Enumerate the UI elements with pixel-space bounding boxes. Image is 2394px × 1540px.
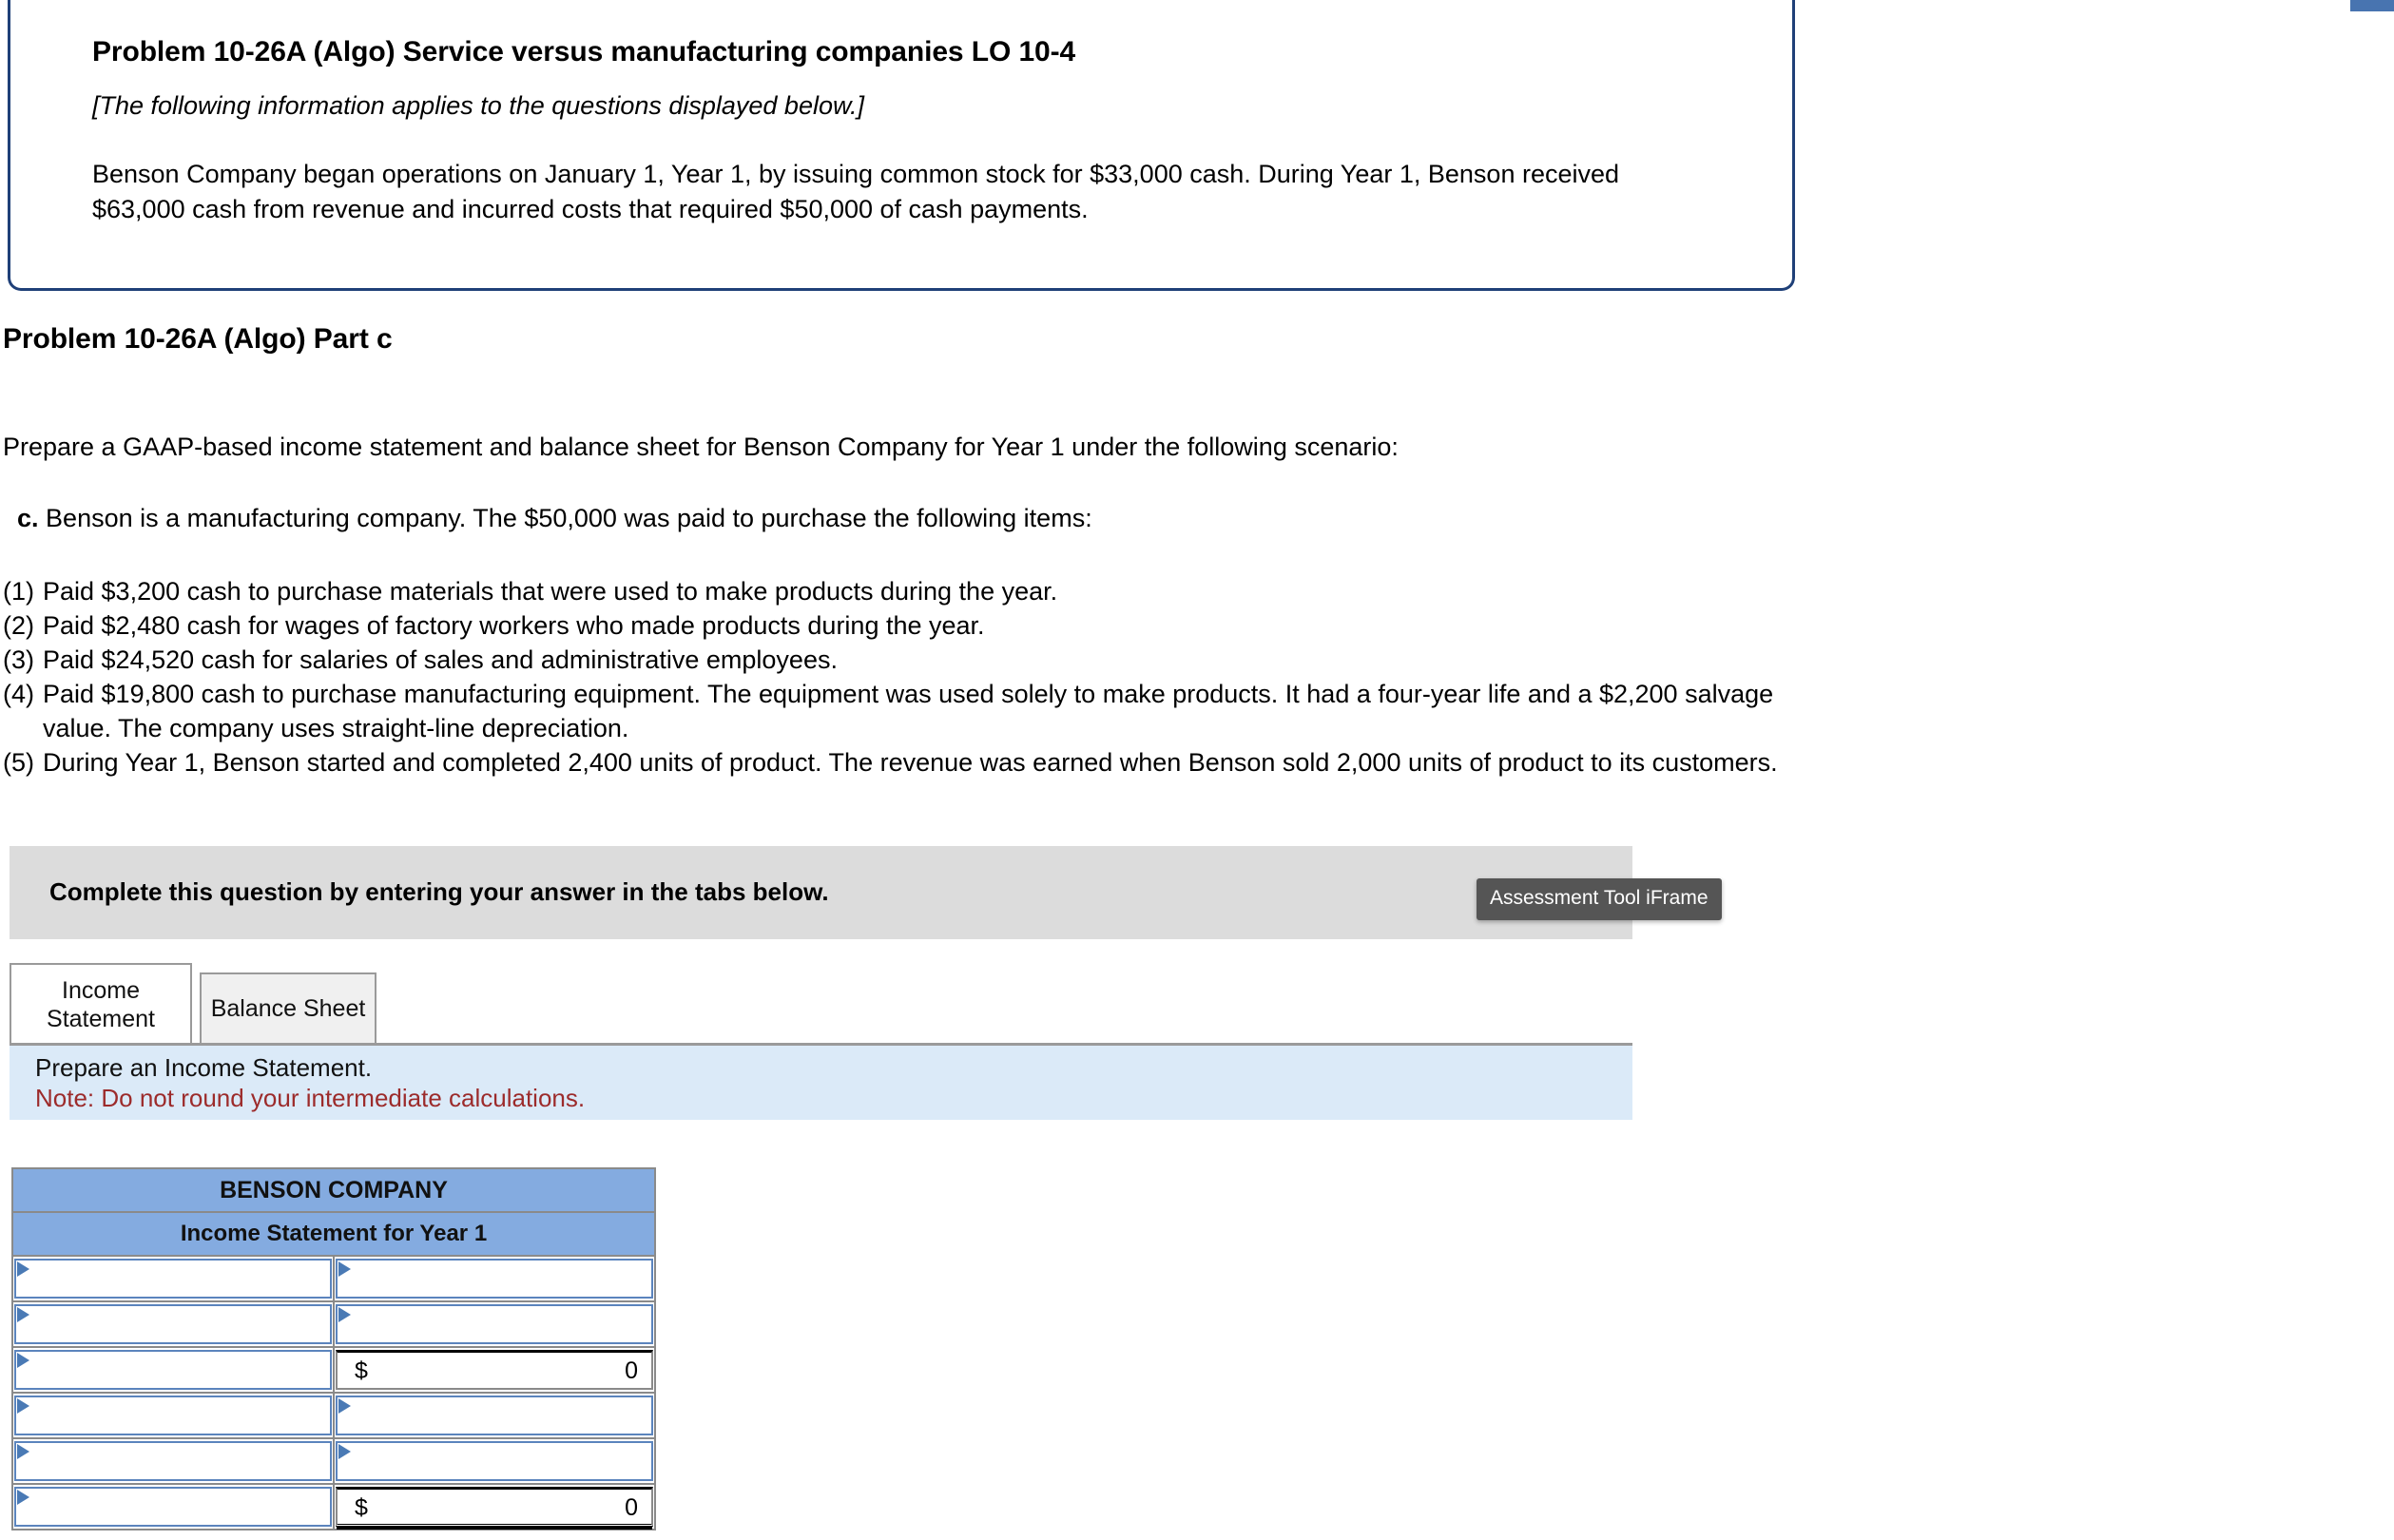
tab-balance-sheet-label: Balance Sheet: [210, 995, 366, 1022]
currency-symbol: $: [355, 1357, 368, 1384]
account-dropdown-input[interactable]: [14, 1487, 332, 1527]
tab-balance-sheet[interactable]: Balance Sheet: [200, 972, 376, 1043]
account-dropdown-input[interactable]: [14, 1350, 332, 1390]
account-dropdown-input[interactable]: [14, 1304, 332, 1344]
list-item: (2) Paid $2,480 cash for wages of factory…: [3, 608, 1828, 643]
scenario-c-label: c.: [17, 504, 39, 532]
account-dropdown-input[interactable]: [14, 1396, 332, 1435]
row-label-cell[interactable]: [11, 1346, 335, 1394]
subtotal-amount-cell: $ 0: [336, 1350, 653, 1390]
account-dropdown-input[interactable]: [14, 1441, 332, 1481]
table-row: [11, 1300, 656, 1348]
row-label-cell[interactable]: [11, 1437, 335, 1485]
row-value-cell: $ 0: [333, 1483, 656, 1530]
complete-question-text: Complete this question by entering your …: [49, 877, 829, 906]
chevron-right-icon: [17, 1490, 29, 1505]
applies-note: [The following information applies to th…: [92, 91, 864, 120]
chevron-right-icon: [17, 1261, 29, 1277]
scenario-info-content: Problem 10-26A (Algo) Service versus man…: [92, 36, 1754, 226]
table-row: [11, 1392, 656, 1439]
amount-dropdown-input[interactable]: [336, 1396, 653, 1435]
row-label-cell[interactable]: [11, 1392, 335, 1439]
list-item-number: (2): [3, 611, 34, 640]
top-right-blue-chip[interactable]: [2350, 0, 2394, 11]
table-row: $ 0: [11, 1483, 656, 1530]
table-row: $ 0: [11, 1346, 656, 1394]
subtotal-amount: 0: [625, 1357, 638, 1384]
net-income-amount: 0: [625, 1494, 638, 1521]
row-label-cell[interactable]: [11, 1483, 335, 1530]
row-value-cell[interactable]: [333, 1255, 656, 1302]
list-item-text: Paid $2,480 cash for wages of factory wo…: [43, 611, 985, 640]
scenario-c-text: Benson is a manufacturing company. The $…: [46, 504, 1092, 532]
amount-dropdown-input[interactable]: [336, 1441, 653, 1481]
list-item-text: Paid $19,800 cash to purchase manufactur…: [43, 680, 1774, 742]
amount-dropdown-input[interactable]: [336, 1304, 653, 1344]
row-label-cell[interactable]: [11, 1255, 335, 1302]
list-item: (5) During Year 1, Benson started and com…: [3, 745, 1828, 780]
table-header-company: BENSON COMPANY: [11, 1167, 656, 1213]
list-item-number: (1): [3, 577, 34, 606]
chevron-right-icon: [338, 1444, 351, 1459]
table-header-subtitle: Income Statement for Year 1: [11, 1211, 656, 1257]
prepare-instruction: Prepare a GAAP-based income statement an…: [3, 433, 1399, 461]
scenario-info-box: Problem 10-26A (Algo) Service versus man…: [8, 0, 1795, 291]
table-row: [11, 1255, 656, 1302]
tab-income-statement-label-line2: Statement: [47, 1006, 155, 1032]
list-item: (3) Paid $24,520 cash for salaries of sal…: [3, 643, 1828, 677]
currency-symbol: $: [355, 1494, 368, 1521]
instruction-note: Note: Do not round your intermediate cal…: [35, 1084, 586, 1112]
complete-question-bar: Complete this question by entering your …: [10, 846, 1632, 939]
assessment-tool-iframe-tooltip: Assessment Tool iFrame: [1477, 878, 1722, 920]
list-item-number: (3): [3, 645, 34, 674]
chevron-right-icon: [338, 1398, 351, 1414]
scenario-c-line: c. Benson is a manufacturing company. Th…: [17, 502, 1092, 535]
chevron-right-icon: [17, 1353, 29, 1368]
table-row: [11, 1437, 656, 1485]
net-income-amount-cell: $ 0: [336, 1487, 653, 1527]
instruction-primary: Prepare an Income Statement.: [35, 1053, 373, 1082]
part-heading: Problem 10-26A (Algo) Part c: [3, 323, 393, 355]
income-statement-table: BENSON COMPANY Income Statement for Year…: [11, 1167, 656, 1530]
row-value-cell: $ 0: [333, 1346, 656, 1394]
row-value-cell[interactable]: [333, 1392, 656, 1439]
problem-title: Problem 10-26A (Algo) Service versus man…: [92, 36, 1076, 67]
chevron-right-icon: [338, 1307, 351, 1322]
purchase-items-list: (1) Paid $3,200 cash to purchase material…: [3, 574, 1828, 780]
row-label-cell[interactable]: [11, 1300, 335, 1348]
tab-income-statement-label-line1: Income: [62, 977, 140, 1004]
statement-subtitle-header: Income Statement for Year 1: [11, 1211, 656, 1257]
chevron-right-icon: [338, 1261, 351, 1277]
chevron-right-icon: [17, 1398, 29, 1414]
chevron-right-icon: [17, 1444, 29, 1459]
company-name-header: BENSON COMPANY: [11, 1167, 656, 1213]
tab-income-statement[interactable]: Income Statement: [10, 963, 192, 1043]
amount-dropdown-input[interactable]: [336, 1259, 653, 1299]
list-item: (1) Paid $3,200 cash to purchase material…: [3, 574, 1828, 608]
list-item-text: During Year 1, Benson started and comple…: [43, 748, 1778, 777]
account-dropdown-input[interactable]: [14, 1259, 332, 1299]
chevron-right-icon: [17, 1307, 29, 1322]
list-item-text: Paid $3,200 cash to purchase materials t…: [43, 577, 1058, 606]
list-item-number: (4): [3, 680, 34, 708]
list-item: (4) Paid $19,800 cash to purchase manufac…: [3, 677, 1828, 745]
row-value-cell[interactable]: [333, 1300, 656, 1348]
instruction-panel: Prepare an Income Statement. Note: Do no…: [10, 1043, 1632, 1120]
list-item-number: (5): [3, 748, 34, 777]
list-item-text: Paid $24,520 cash for salaries of sales …: [43, 645, 838, 674]
scenario-paragraph: Benson Company began operations on Janua…: [92, 160, 1620, 223]
row-value-cell[interactable]: [333, 1437, 656, 1485]
